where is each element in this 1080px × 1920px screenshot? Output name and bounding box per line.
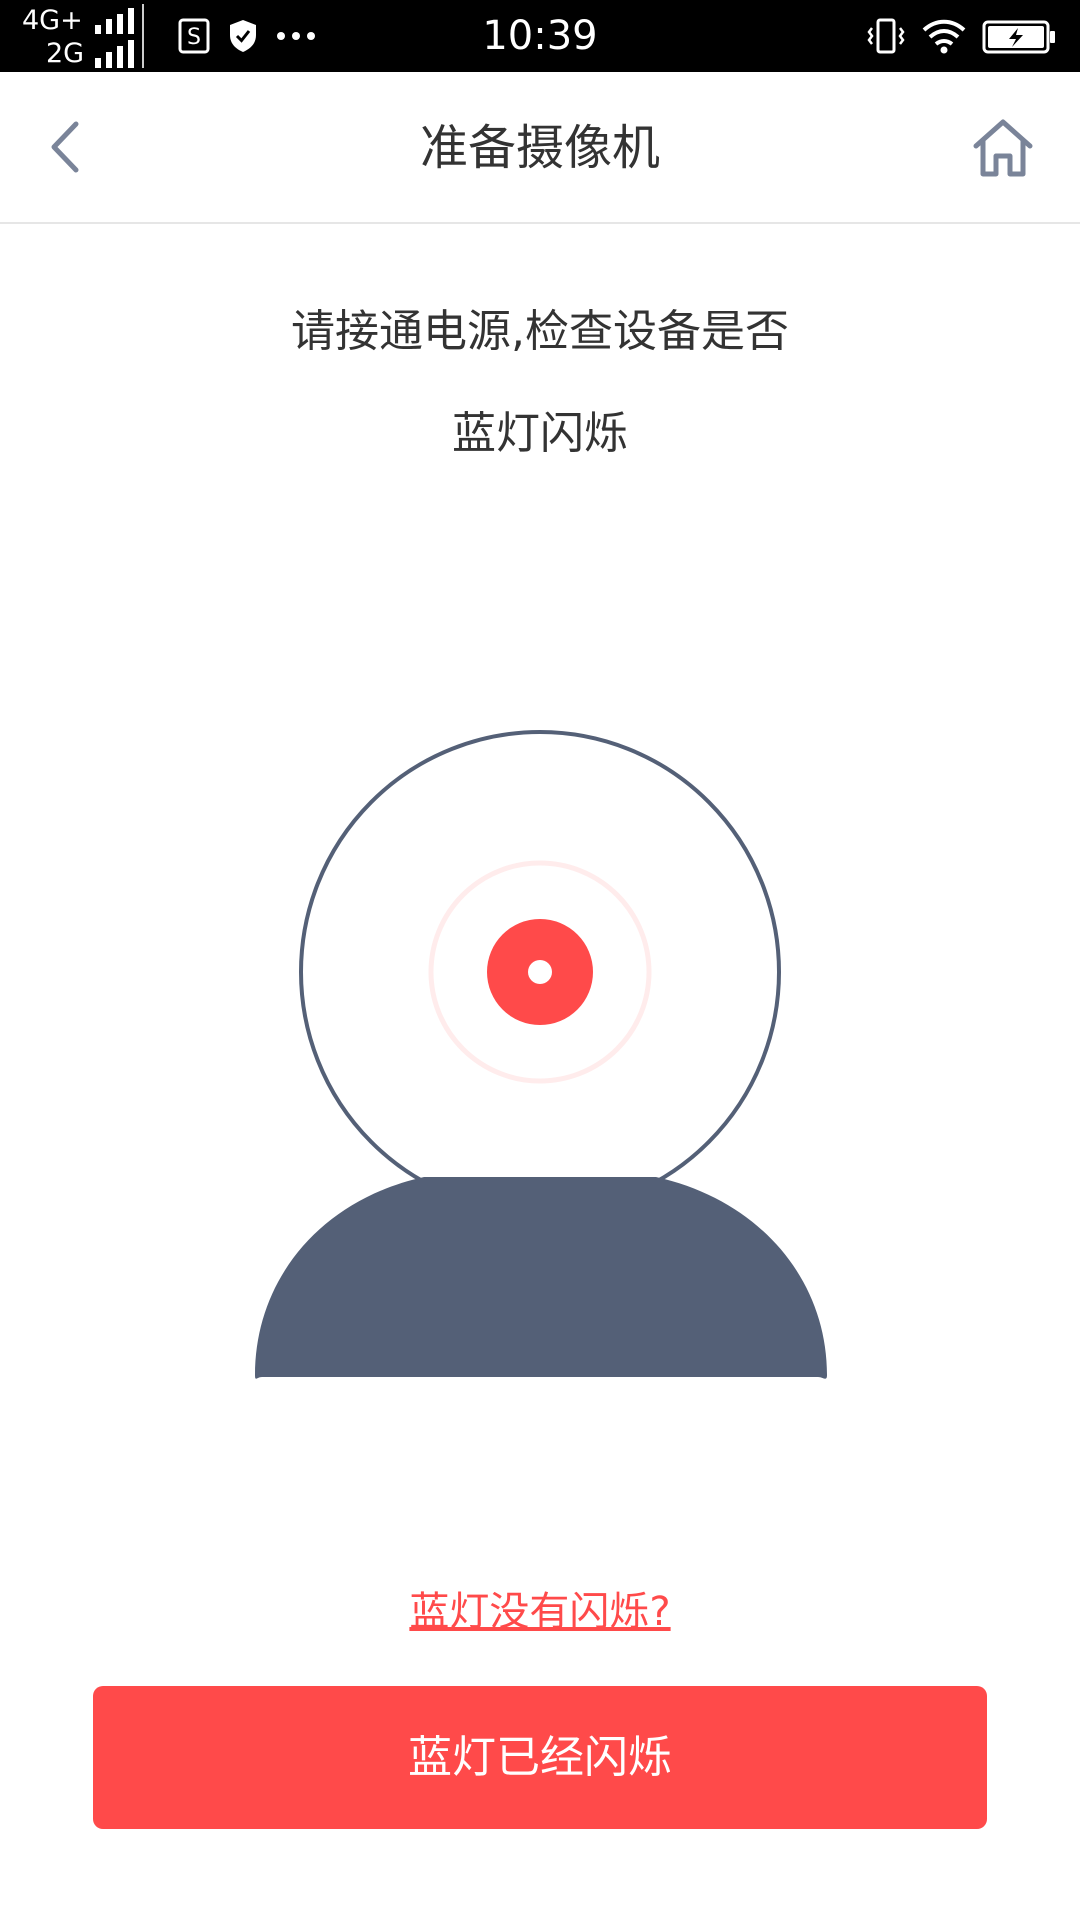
- status-bar: 4G+ 2G S 10:39: [0, 0, 1080, 72]
- instruction-line-2: 蓝灯闪烁: [452, 408, 628, 459]
- light-not-blinking-link[interactable]: 蓝灯没有闪烁?: [0, 1588, 1080, 1636]
- light-blinking-confirm-button[interactable]: 蓝灯已经闪烁: [93, 1686, 987, 1829]
- screen: 4G+ 2G S 10:39 准备摄像机 请接通电源,检查设备是否 蓝灯闪烁 蓝…: [0, 0, 1080, 1920]
- battery-charging-icon: [982, 20, 1055, 54]
- camera-icon: [255, 730, 827, 1379]
- home-button[interactable]: [968, 116, 1038, 180]
- instruction-line-1: 请接通电源,检查设备是否: [291, 306, 789, 357]
- home-icon: [973, 119, 1033, 177]
- wifi-icon: [922, 19, 966, 54]
- status-light-center: [528, 960, 552, 984]
- vibrate-icon: [867, 18, 905, 54]
- status-time: 10:39: [482, 13, 598, 59]
- header: 准备摄像机: [0, 72, 1080, 224]
- camera-base: [255, 1177, 827, 1379]
- page-title: 准备摄像机: [419, 120, 660, 176]
